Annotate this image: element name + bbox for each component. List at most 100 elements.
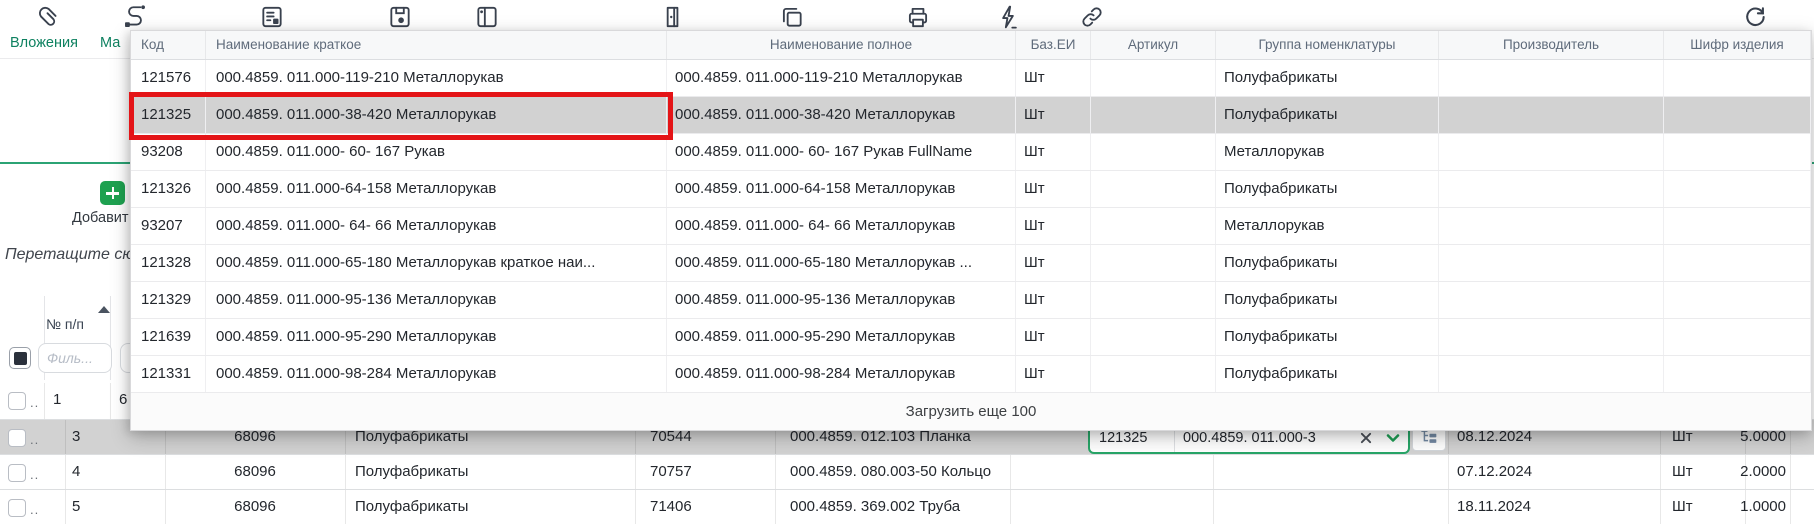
cell-article [1091,60,1216,96]
cell-code: 121329 [131,282,206,318]
cell-unit: Шт [1016,171,1091,207]
cell-code: 121576 [131,60,206,96]
cell-article [1091,97,1216,133]
routes-tab-label[interactable]: Ма [100,35,120,51]
cell-code: 93208 [131,134,206,170]
cell-short-name: 000.4859. 011.000- 60- 167 Рукав [206,134,667,170]
drag-dots-icon[interactable]: .. [30,468,39,482]
num-column-header[interactable]: № п/п [46,316,84,332]
cell-manufacturer [1439,97,1664,133]
col-header-manufacturer[interactable]: Производитель [1439,31,1664,59]
cell-manufacturer [1439,60,1664,96]
drag-files-hint: Перетащите сю [5,246,134,264]
cell-article [1091,208,1216,244]
cell-full-name: 000.4859. 011.000-98-284 Металлорукав [667,356,1016,392]
cell-full-name: 000.4859. 011.000-119-210 Металлорукав [667,60,1016,96]
cell-manufacturer [1439,171,1664,207]
lightning-icon[interactable] [995,4,1021,30]
org-code: 68096 [165,455,345,489]
col-header-group[interactable]: Группа номенклатуры [1216,31,1439,59]
cell-unit: Шт [1016,356,1091,392]
door-icon[interactable] [659,4,685,30]
cell-article [1091,171,1216,207]
table-row-4[interactable]: .. 4 68096 Полуфабрикаты 70757 000.4859.… [0,454,1814,490]
cell-short-name: 000.4859. 011.000-95-136 Металлорукав [206,282,667,318]
col-header-base-unit[interactable]: Баз.ЕИ [1016,31,1091,59]
table-row-5[interactable]: .. 5 68096 Полуфабрикаты 71406 000.4859.… [0,489,1814,524]
cell-manufacturer [1439,245,1664,281]
dropdown-row[interactable]: 121326 000.4859. 011.000-64-158 Металлор… [131,171,1811,208]
nomenclature-dropdown-panel: Код Наименование краткое Наименование по… [130,30,1812,431]
link-icon[interactable] [1079,4,1105,30]
load-more-button[interactable]: Загрузить еще 100 [131,393,1811,430]
dropdown-row[interactable]: 121329 000.4859. 011.000-95-136 Металлор… [131,282,1811,319]
cell-full-name: 000.4859. 011.000-64-158 Металлорукав [667,171,1016,207]
row-checkbox[interactable] [8,499,26,517]
row-value: 6 [119,383,127,417]
combobox-name-field[interactable]: 000.4859. 011.000-3 [1183,430,1356,446]
col-header-short-name[interactable]: Наименование краткое [206,31,667,59]
cell-cipher [1664,208,1811,244]
cell-manufacturer [1439,319,1664,355]
row-checkbox[interactable] [8,464,26,482]
col-header-full-name[interactable]: Наименование полное [667,31,1016,59]
select-all-checkbox[interactable] [9,347,31,369]
row-checkbox[interactable] [8,392,26,410]
cell-full-name: 000.4859. 011.000- 60- 167 Рукав FullNam… [667,134,1016,170]
route-icon[interactable] [122,4,148,30]
drag-dots-icon[interactable]: .. [30,396,39,410]
cell-manufacturer [1439,208,1664,244]
dropdown-row[interactable]: 121331 000.4859. 011.000-98-284 Металлор… [131,356,1811,393]
drag-dots-icon[interactable]: .. [30,433,39,447]
printer-icon[interactable] [905,4,931,30]
cell-full-name: 000.4859. 011.000- 64- 66 Металлорукав [667,208,1016,244]
cell-group: Полуфабрикаты [1216,282,1439,318]
cell-unit: Шт [1016,60,1091,96]
list-card-icon[interactable] [259,4,285,30]
cell-full-name: 000.4859. 011.000-95-136 Металлорукав [667,282,1016,318]
filter-input-num[interactable] [38,343,112,373]
cell-full-name: 000.4859. 011.000-95-290 Металлорукав [667,319,1016,355]
date-value: 18.11.2024 [1457,490,1531,524]
cell-cipher [1664,319,1811,355]
sort-asc-icon[interactable] [98,306,110,313]
item-code: 70757 [650,455,692,489]
save-icon[interactable] [387,4,413,30]
cell-group: Полуфабрикаты [1216,245,1439,281]
combobox-code-field[interactable]: 121325 [1090,430,1174,446]
cell-code: 121639 [131,319,206,355]
attachments-tab-label[interactable]: Вложения [10,35,78,51]
cell-article [1091,134,1216,170]
copy-icon[interactable] [779,4,805,30]
cell-short-name: 000.4859. 011.000-65-180 Металлорукав кр… [206,245,667,281]
cell-unit: Шт [1016,134,1091,170]
cell-group: Металлорукав [1216,134,1439,170]
cell-short-name: 000.4859. 011.000-98-284 Металлорукав [206,356,667,392]
dropdown-row[interactable]: 121576 000.4859. 011.000-119-210 Металло… [131,60,1811,97]
cell-manufacturer [1439,134,1664,170]
row-checkbox[interactable] [8,429,26,447]
col-header-article[interactable]: Артикул [1091,31,1216,59]
cell-cipher [1664,245,1811,281]
paperclip-icon[interactable] [35,4,61,30]
col-header-cipher[interactable]: Шифр изделия [1664,31,1811,59]
cell-group: Полуфабрикаты [1216,356,1439,392]
dropdown-row[interactable]: 121639 000.4859. 011.000-95-290 Металлор… [131,319,1811,356]
dropdown-row[interactable]: 121325 000.4859. 011.000-38-420 Металлор… [131,97,1811,134]
col-header-code[interactable]: Код [131,31,206,59]
refresh-icon[interactable] [1742,4,1768,30]
group-name: Полуфабрикаты [355,455,468,489]
dropdown-row[interactable]: 93207 000.4859. 011.000- 64- 66 Металлор… [131,208,1811,245]
qty-value: 1.0000 [1600,490,1786,524]
cell-article [1091,356,1216,392]
cell-article [1091,319,1216,355]
cell-cipher [1664,171,1811,207]
drag-dots-icon[interactable]: .. [30,503,39,517]
dropdown-row[interactable]: 121328 000.4859. 011.000-65-180 Металлор… [131,245,1811,282]
panel-icon[interactable] [474,4,500,30]
cell-unit: Шт [1016,282,1091,318]
cell-short-name: 000.4859. 011.000- 64- 66 Металлорукав [206,208,667,244]
dropdown-row[interactable]: 93208 000.4859. 011.000- 60- 167 Рукав 0… [131,134,1811,171]
cell-cipher [1664,60,1811,96]
add-button[interactable] [100,181,125,205]
